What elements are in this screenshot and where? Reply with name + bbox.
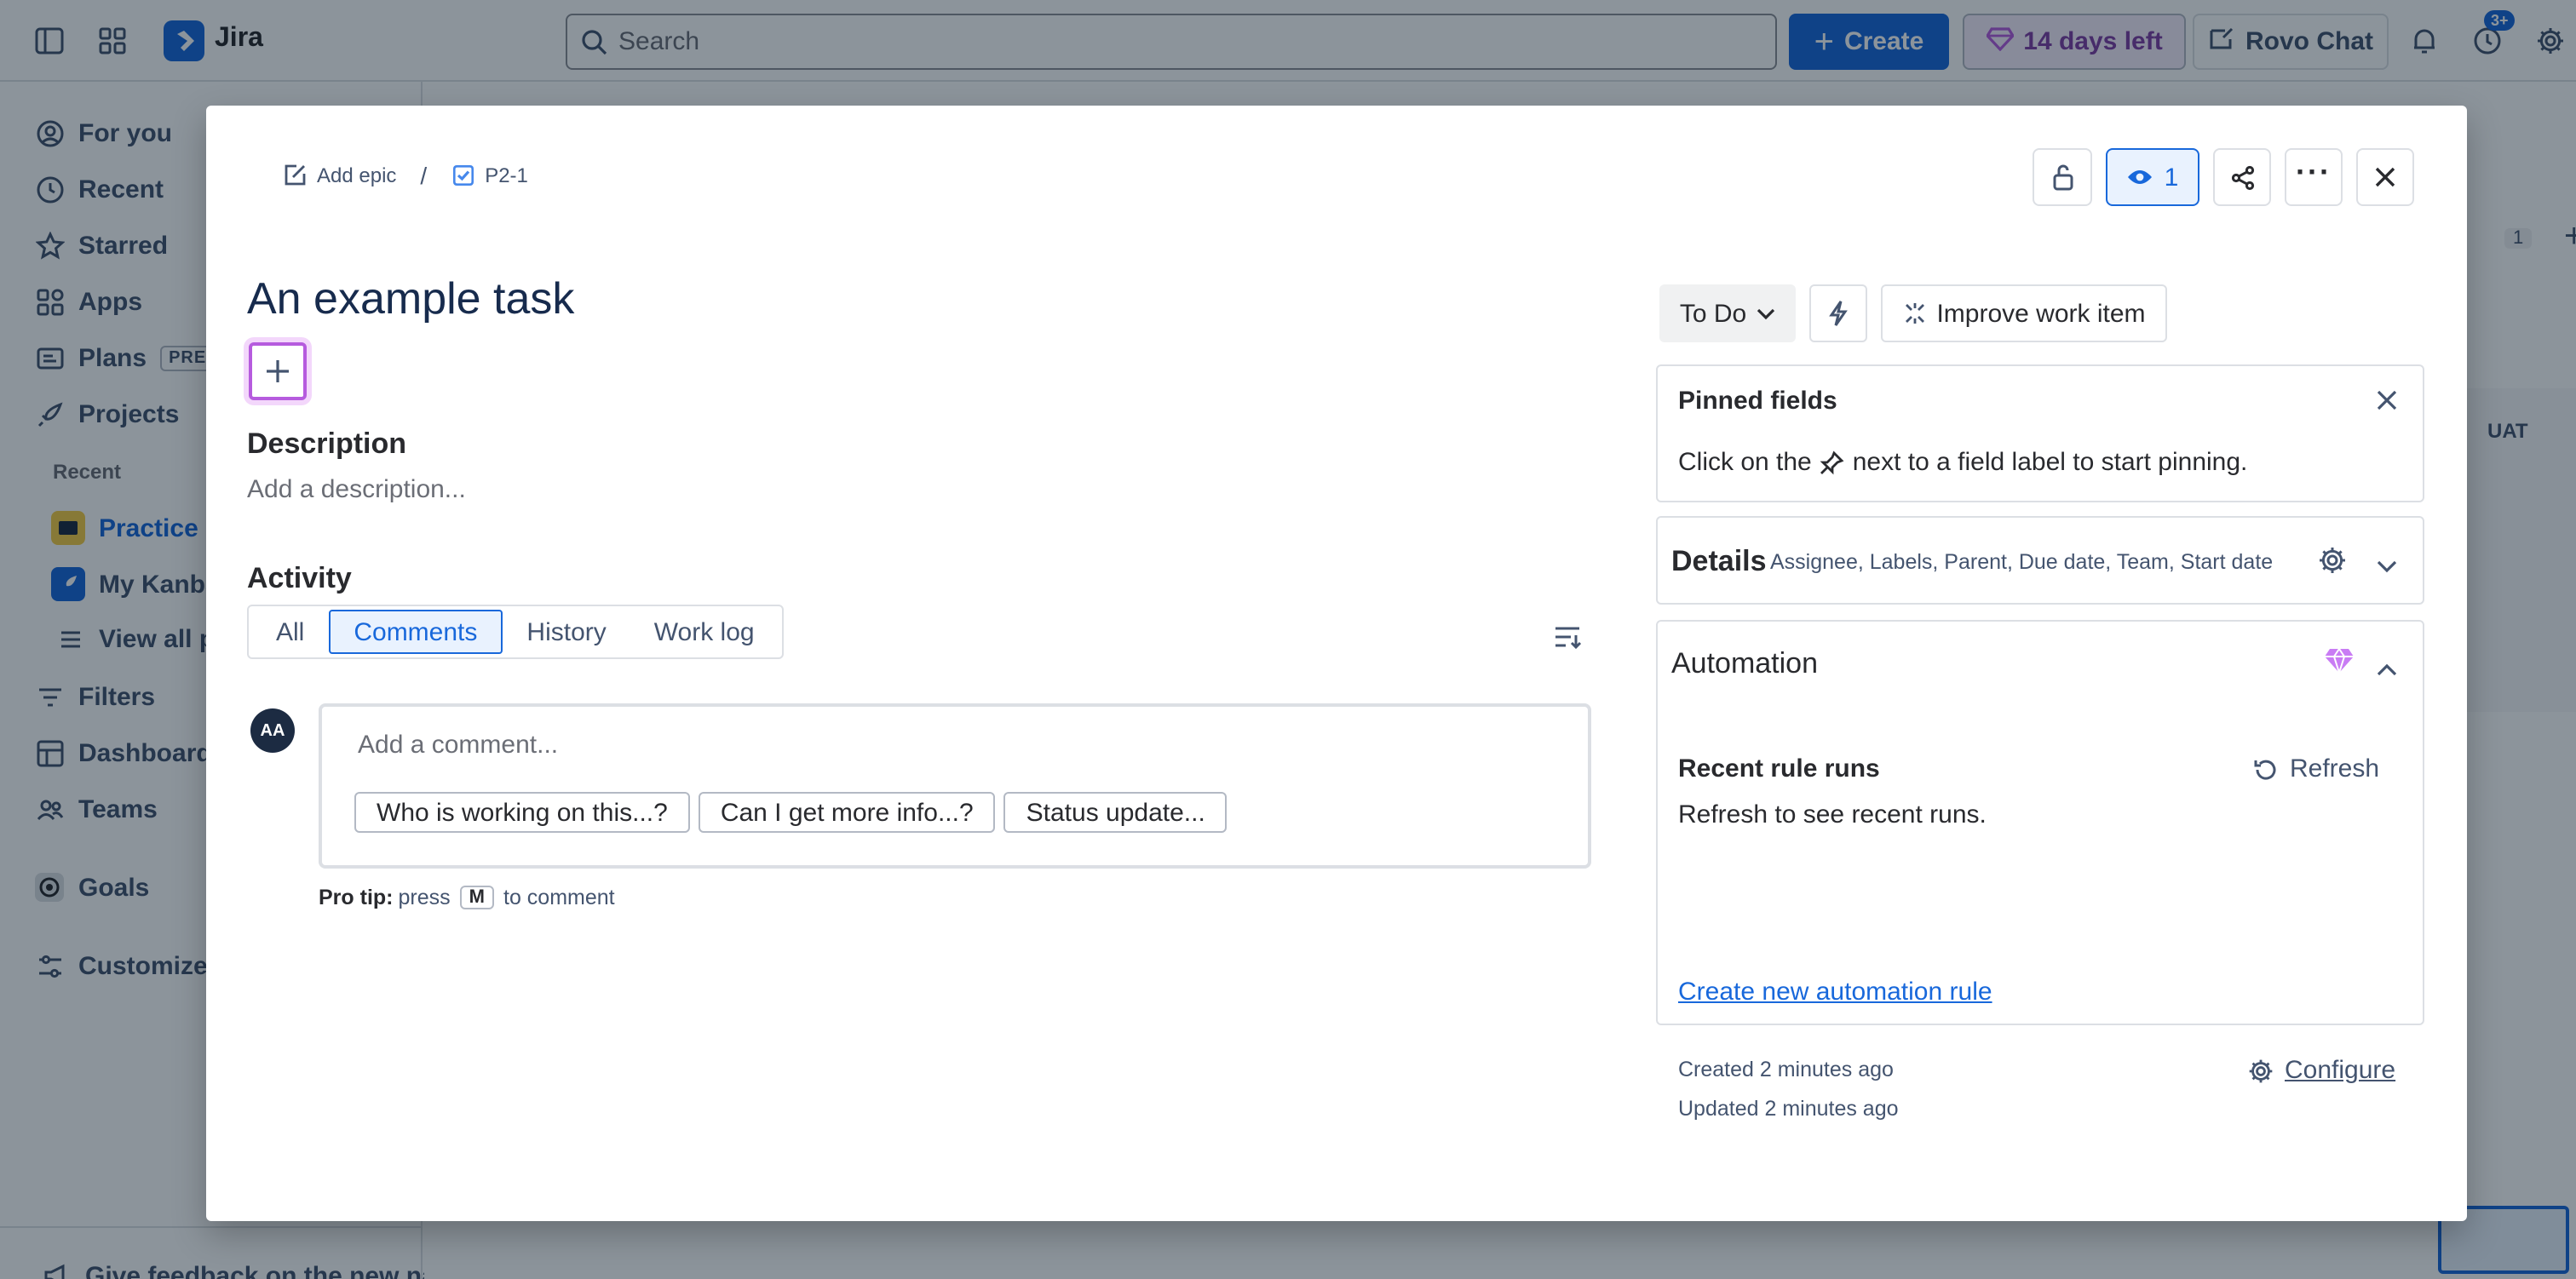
eye-icon — [2128, 170, 2153, 184]
pin-text-after: next to a field label to start pinning. — [1852, 448, 2248, 477]
configure-button[interactable]: Configure — [2247, 1056, 2395, 1085]
chevron-up-icon[interactable] — [2377, 654, 2397, 685]
refresh-button[interactable]: Refresh — [2252, 754, 2379, 783]
comment-placeholder: Add a comment... — [358, 731, 559, 760]
issue-key-link[interactable]: P2-1 — [451, 163, 528, 187]
pro-tip-key: M — [460, 886, 493, 909]
activity-tabs: All Comments History Work log — [247, 605, 784, 659]
unlock-icon — [2052, 164, 2073, 191]
quick-reply-working[interactable]: Who is working on this...? — [354, 792, 690, 833]
issue-key: P2-1 — [485, 163, 528, 187]
pin-text-before: Click on the — [1678, 448, 1812, 477]
recent-rule-runs-title: Recent rule runs — [1678, 754, 1880, 783]
watch-count: 1 — [2164, 163, 2179, 192]
updated-timestamp: Updated 2 minutes ago — [1678, 1097, 1899, 1121]
more-actions-button[interactable]: ··· — [2285, 148, 2343, 206]
tab-work-log[interactable]: Work log — [630, 610, 779, 654]
details-fields-summary: Assignee, Labels, Parent, Due date, Team… — [1770, 550, 2274, 574]
pro-tip-label: Pro tip: — [319, 886, 394, 909]
quick-reply-more-info[interactable]: Can I get more info...? — [698, 792, 996, 833]
plus-icon — [267, 360, 289, 382]
refresh-hint: Refresh to see recent runs. — [1678, 800, 1987, 829]
automation-bolt-button[interactable] — [1809, 284, 1867, 342]
pro-tip: Pro tip: press M to comment — [319, 886, 615, 909]
status-dropdown[interactable]: To Do — [1659, 284, 1796, 342]
ai-sparkle-icon — [1905, 303, 1924, 324]
refresh-icon — [2254, 759, 2276, 779]
created-timestamp: Created 2 minutes ago — [1678, 1058, 1894, 1081]
improve-label: Improve work item — [1936, 299, 2146, 328]
breadcrumb: Add epic / P2-1 — [283, 162, 528, 189]
comment-editor[interactable]: Add a comment... Who is working on this.… — [319, 703, 1591, 869]
tab-comments[interactable]: Comments — [328, 610, 503, 654]
premium-gem-icon — [2324, 647, 2355, 683]
chevron-down-icon — [1757, 307, 1775, 319]
pro-tip-suffix: to comment — [503, 886, 615, 909]
status-label: To Do — [1679, 299, 1747, 328]
pinned-fields-hint: Click on the next to a field label to st… — [1678, 448, 2247, 477]
activity-heading: Activity — [247, 562, 352, 594]
breadcrumb-separator: / — [420, 162, 428, 189]
task-checkbox-icon — [452, 165, 474, 186]
add-epic-label: Add epic — [317, 163, 397, 187]
issue-title[interactable]: An example task — [247, 272, 574, 325]
create-automation-rule-link[interactable]: Create new automation rule — [1678, 978, 1992, 1007]
ellipsis-icon: ··· — [2296, 155, 2332, 189]
configure-label: Configure — [2285, 1056, 2396, 1085]
lightning-icon — [1829, 301, 1848, 326]
pencil-icon — [285, 164, 306, 186]
tab-history[interactable]: History — [503, 610, 630, 654]
issue-modal: Add epic / P2-1 1 ··· An example task De… — [206, 106, 2467, 1221]
close-icon — [2375, 167, 2395, 187]
description-heading: Description — [247, 427, 407, 460]
pinned-fields-panel: Pinned fields Click on the next to a fie… — [1656, 364, 2424, 502]
chevron-down-icon[interactable] — [2377, 552, 2397, 582]
quick-replies: Who is working on this...? Can I get mor… — [354, 792, 1228, 833]
sort-order-icon[interactable] — [1552, 622, 1583, 661]
share-button[interactable] — [2213, 148, 2271, 206]
close-button[interactable] — [2356, 148, 2414, 206]
improve-work-item-button[interactable]: Improve work item — [1881, 284, 2167, 342]
comment-avatar: AA — [250, 708, 295, 753]
automation-panel: Automation Recent rule runs Refresh Refr… — [1656, 620, 2424, 1025]
description-input[interactable]: Add a description... — [247, 475, 466, 504]
pin-icon — [1820, 450, 1845, 474]
watch-button[interactable]: 1 — [2106, 148, 2199, 206]
configure-gear-icon — [2249, 1058, 2273, 1082]
details-panel[interactable]: Details Assignee, Labels, Parent, Due da… — [1656, 516, 2424, 605]
add-child-button[interactable] — [249, 342, 307, 400]
share-icon — [2230, 164, 2254, 190]
quick-reply-status[interactable]: Status update... — [1003, 792, 1228, 833]
details-settings-gear-icon[interactable] — [2317, 545, 2348, 584]
automation-title[interactable]: Automation — [1671, 647, 1818, 681]
lock-button[interactable] — [2033, 148, 2092, 206]
add-epic-link[interactable]: Add epic — [283, 163, 396, 187]
pro-tip-press: press — [398, 886, 451, 909]
details-title: Details — [1671, 545, 1767, 577]
pinned-fields-title: Pinned fields — [1678, 387, 1837, 416]
refresh-label: Refresh — [2290, 754, 2380, 783]
tab-all[interactable]: All — [252, 610, 328, 654]
close-pinned-icon[interactable] — [2375, 388, 2399, 421]
